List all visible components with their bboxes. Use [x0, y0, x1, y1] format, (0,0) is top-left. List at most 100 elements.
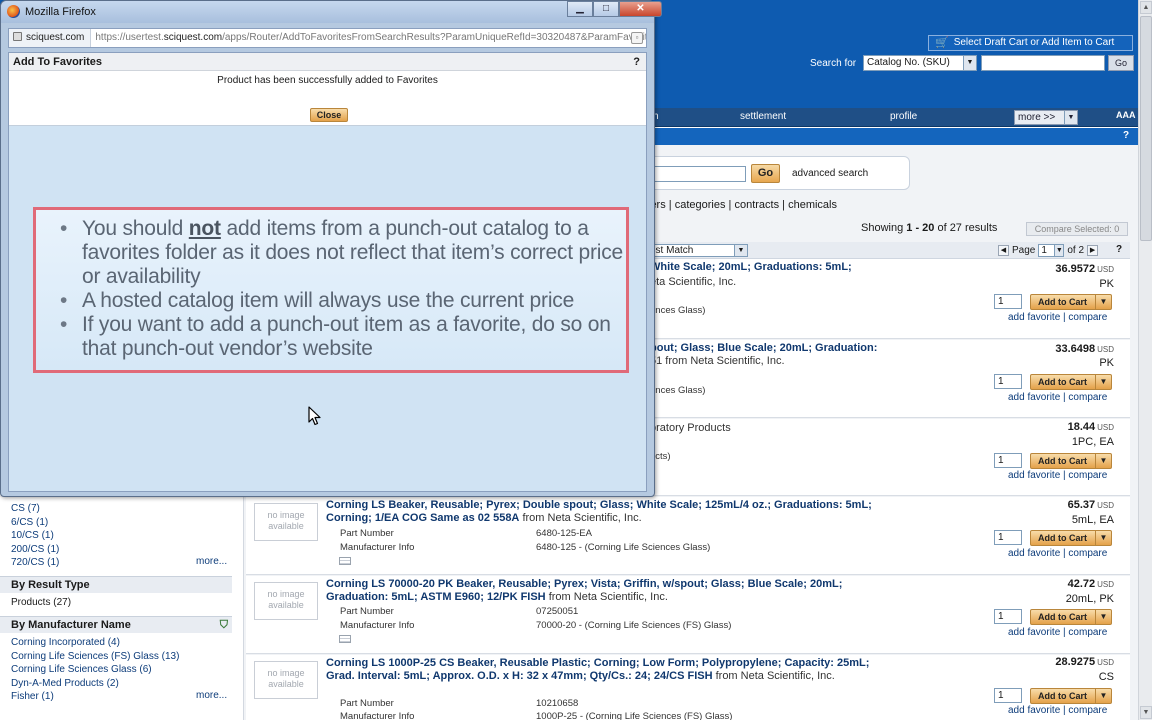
close-button[interactable]: Close: [310, 108, 348, 122]
add-to-cart-button[interactable]: Add to Cart ▼: [1030, 609, 1112, 625]
add-favorite-link[interactable]: add favorite: [1008, 548, 1060, 559]
document-icon[interactable]: [339, 557, 351, 565]
quantity-input[interactable]: 1: [994, 609, 1022, 624]
compare-link[interactable]: compare: [1068, 470, 1107, 481]
sort-select[interactable]: est Match ▼: [646, 244, 748, 257]
chevron-down-icon[interactable]: ▼: [1095, 610, 1111, 624]
annotation-callout: You should not add items from a punch-ou…: [33, 207, 629, 373]
price-value: 33.6498: [1055, 343, 1096, 355]
results-help-icon[interactable]: ?: [1116, 244, 1122, 255]
add-to-cart-button[interactable]: Add to Cart ▼: [1030, 688, 1112, 704]
add-to-cart-button[interactable]: Add to Cart ▼: [1030, 453, 1112, 469]
search-scope-select[interactable]: Catalog No. (SKU) ▼: [863, 55, 977, 71]
product-unit: 1PC, EA: [1071, 436, 1114, 448]
quantity-input[interactable]: 1: [994, 530, 1022, 545]
callout-bullet: A hosted catalog item will always use th…: [56, 289, 626, 313]
site-identity[interactable]: sciquest.com: [9, 29, 92, 47]
part-number-value: 6480-125-EA: [536, 528, 592, 539]
filter-icon[interactable]: ⛉: [220, 617, 228, 633]
compare-link[interactable]: compare: [1068, 312, 1107, 323]
manufacturer-header: By Manufacturer Name ⛉: [0, 616, 232, 633]
filter-link-contracts[interactable]: contracts: [734, 199, 779, 211]
quantity-input[interactable]: 1: [994, 688, 1022, 703]
filter-option[interactable]: Corning Incorporated (4): [11, 636, 179, 650]
showing-total: of 27 results: [934, 222, 998, 234]
compare-link[interactable]: compare: [1068, 705, 1107, 716]
packaging-filter-list: CS (7) 6/CS (1) 10/CS (1) 200/CS (1) 720…: [11, 502, 59, 570]
add-favorite-link[interactable]: add favorite: [1008, 312, 1060, 323]
url-host: sciquest.com: [163, 32, 223, 43]
chevron-down-icon[interactable]: ▼: [1095, 375, 1111, 389]
filter-option[interactable]: 6/CS (1): [11, 516, 59, 530]
add-favorite-link[interactable]: add favorite: [1008, 705, 1060, 716]
compare-selected-button[interactable]: Compare Selected: 0: [1026, 222, 1128, 236]
page-scrollbar[interactable]: ▲ ▼: [1138, 0, 1152, 720]
filter-option[interactable]: 720/CS (1): [11, 556, 59, 570]
select-cart-button[interactable]: 🛒 Select Draft Cart or Add Item to Cart: [928, 35, 1133, 51]
filter-option[interactable]: Corning Life Sciences Glass (6): [11, 663, 179, 677]
filter-link-categories[interactable]: categories: [675, 199, 726, 211]
maximize-icon[interactable]: □: [593, 1, 619, 17]
page-icon[interactable]: ▫: [631, 32, 643, 44]
filter-option[interactable]: CS (7): [11, 502, 59, 516]
currency: USD: [1097, 423, 1114, 432]
window-titlebar[interactable]: Mozilla Firefox ▁ □ ✕: [1, 1, 662, 23]
dialog-help-icon[interactable]: ?: [633, 53, 640, 71]
document-icon[interactable]: [339, 635, 351, 643]
compare-link[interactable]: compare: [1068, 548, 1107, 559]
minimize-icon[interactable]: ▁: [567, 1, 593, 17]
nav-item-profile[interactable]: profile: [890, 111, 917, 122]
scroll-up-icon[interactable]: ▲: [1140, 1, 1152, 14]
add-favorite-link[interactable]: add favorite: [1008, 470, 1060, 481]
filter-option[interactable]: Fisher (1): [11, 690, 179, 704]
filter-option[interactable]: 10/CS (1): [11, 529, 59, 543]
scroll-thumb[interactable]: [1140, 16, 1152, 241]
next-page-icon[interactable]: ▶: [1087, 245, 1099, 256]
text-size-control[interactable]: AAA: [1116, 110, 1136, 120]
quantity-input[interactable]: 1: [994, 294, 1022, 309]
chevron-down-icon[interactable]: ▼: [1095, 531, 1111, 545]
scroll-down-icon[interactable]: ▼: [1140, 706, 1152, 719]
select-cart-label: Select Draft Cart or Add Item to Cart: [953, 37, 1115, 48]
product-title[interactable]: Corning LS 70000-20 PK Beaker, Reusable;…: [326, 578, 896, 604]
header-search-input[interactable]: [981, 55, 1105, 71]
keyword-go-button[interactable]: Go: [751, 164, 780, 183]
filter-link-chemicals[interactable]: chemicals: [788, 199, 837, 211]
manufacturer-more-link[interactable]: more...: [196, 690, 227, 701]
add-to-cart-button[interactable]: Add to Cart ▼: [1030, 530, 1112, 546]
chevron-down-icon[interactable]: ▼: [1095, 689, 1111, 703]
header-go-button[interactable]: Go: [1108, 55, 1134, 71]
close-icon[interactable]: ✕: [619, 1, 662, 17]
add-to-cart-button[interactable]: Add to Cart ▼: [1030, 374, 1112, 390]
add-favorite-link[interactable]: add favorite: [1008, 627, 1060, 638]
product-price: 33.6498 USD: [1055, 343, 1114, 355]
packaging-more-link[interactable]: more...: [196, 556, 227, 567]
quantity-input[interactable]: 1: [994, 453, 1022, 468]
keyword-search-input[interactable]: [648, 166, 746, 182]
product-title[interactable]: Corning LS 1000P-25 CS Beaker, Reusable …: [326, 657, 896, 683]
filter-option[interactable]: 200/CS (1): [11, 543, 59, 557]
filter-option[interactable]: Corning Life Sciences (FS) Glass (13): [11, 650, 179, 664]
nav-more-select[interactable]: more >> ▼: [1014, 110, 1078, 125]
quantity-input[interactable]: 1: [994, 374, 1022, 389]
product-unit: PK: [1099, 357, 1114, 369]
chevron-down-icon[interactable]: ▼: [1095, 454, 1111, 468]
product-title[interactable]: Corning LS Beaker, Reusable; Pyrex; Doub…: [326, 499, 896, 525]
result-type-value[interactable]: Products (27): [11, 597, 71, 608]
add-to-cart-button[interactable]: Add to Cart ▼: [1030, 294, 1112, 310]
product-price: 18.44 USD: [1068, 421, 1114, 433]
url-bar[interactable]: sciquest.com https://usertest.sciquest.co…: [8, 28, 647, 48]
filter-option[interactable]: Dyn-A-Med Products (2): [11, 677, 179, 691]
compare-link[interactable]: compare: [1068, 392, 1107, 403]
compare-link[interactable]: compare: [1068, 627, 1107, 638]
manufacturer-info-label: Manufacturer Info: [340, 711, 415, 720]
page-select[interactable]: 1 ▼: [1038, 244, 1065, 257]
chevron-down-icon[interactable]: ▼: [1095, 295, 1111, 309]
nav-item-settlement[interactable]: settlement: [740, 111, 786, 122]
dialog-body: Product has been successfully added to F…: [9, 71, 646, 126]
page-total: of 2: [1067, 245, 1085, 256]
help-icon[interactable]: ?: [1123, 130, 1129, 141]
prev-page-icon[interactable]: ◀: [998, 245, 1009, 256]
add-favorite-link[interactable]: add favorite: [1008, 392, 1060, 403]
advanced-search-link[interactable]: advanced search: [792, 168, 868, 179]
